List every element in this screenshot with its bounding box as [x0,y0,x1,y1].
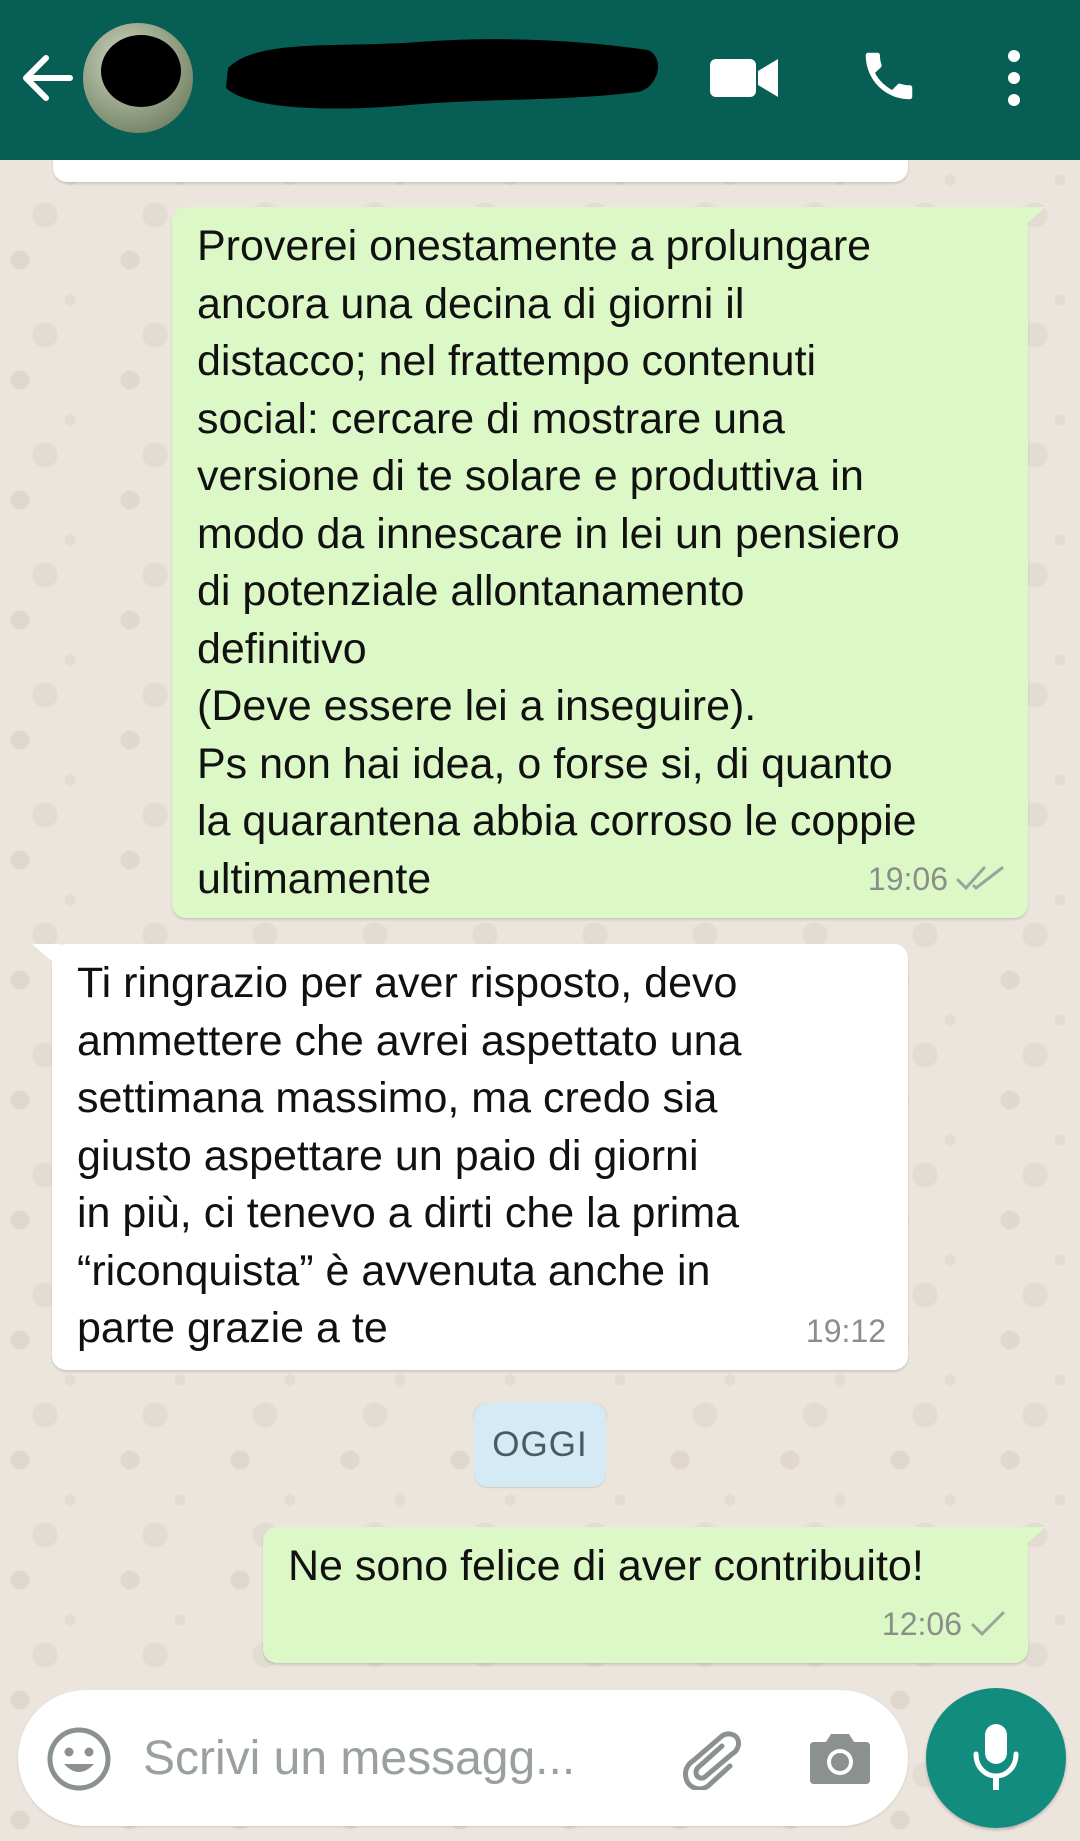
paperclip-icon[interactable] [678,1726,748,1792]
message-meta: 19:12 [806,1303,886,1361]
outgoing-message[interactable]: Proverei onestamente a prolungare ancora… [172,207,1028,918]
voice-record-button[interactable] [926,1688,1066,1828]
single-check-icon [971,1611,1005,1637]
phone-icon[interactable] [858,45,920,107]
outgoing-message[interactable]: Ne sono felice di aver contribuito! 12:0… [263,1527,1028,1663]
message-text: Ti ringrazio per aver risposto, devo amm… [77,959,742,1352]
bubble-tail [1018,207,1046,231]
more-vert-icon[interactable] [1000,48,1028,108]
redaction-mark [101,35,181,107]
message-composer [18,1690,908,1826]
message-text: Ne sono felice di aver contribuito! [288,1542,924,1590]
message-time: 19:06 [867,860,948,897]
message-meta: 19:06 [868,851,1006,909]
chat-header [0,0,1080,160]
message-text: Proverei onestamente a prolungare ancora… [197,222,917,903]
message-input[interactable] [143,1726,663,1790]
contact-name-redacted[interactable] [209,28,666,114]
message-time: 19:12 [805,1312,886,1349]
message-time: 12:06 [881,1605,962,1642]
emoji-icon[interactable] [46,1726,112,1792]
camera-icon[interactable] [808,1730,872,1786]
double-check-icon [956,866,1004,891]
bubble-tail [1018,1527,1046,1551]
arrow-left-icon[interactable] [18,46,78,110]
video-camera-icon[interactable] [708,55,780,101]
date-separator: OGGI [474,1403,606,1487]
message-meta: 12:06 [882,1596,1006,1654]
bubble-tail [32,944,60,968]
incoming-message[interactable]: Ti ringrazio per aver risposto, devo amm… [52,944,908,1370]
avatar[interactable] [83,23,193,133]
microphone-icon [968,1722,1024,1794]
